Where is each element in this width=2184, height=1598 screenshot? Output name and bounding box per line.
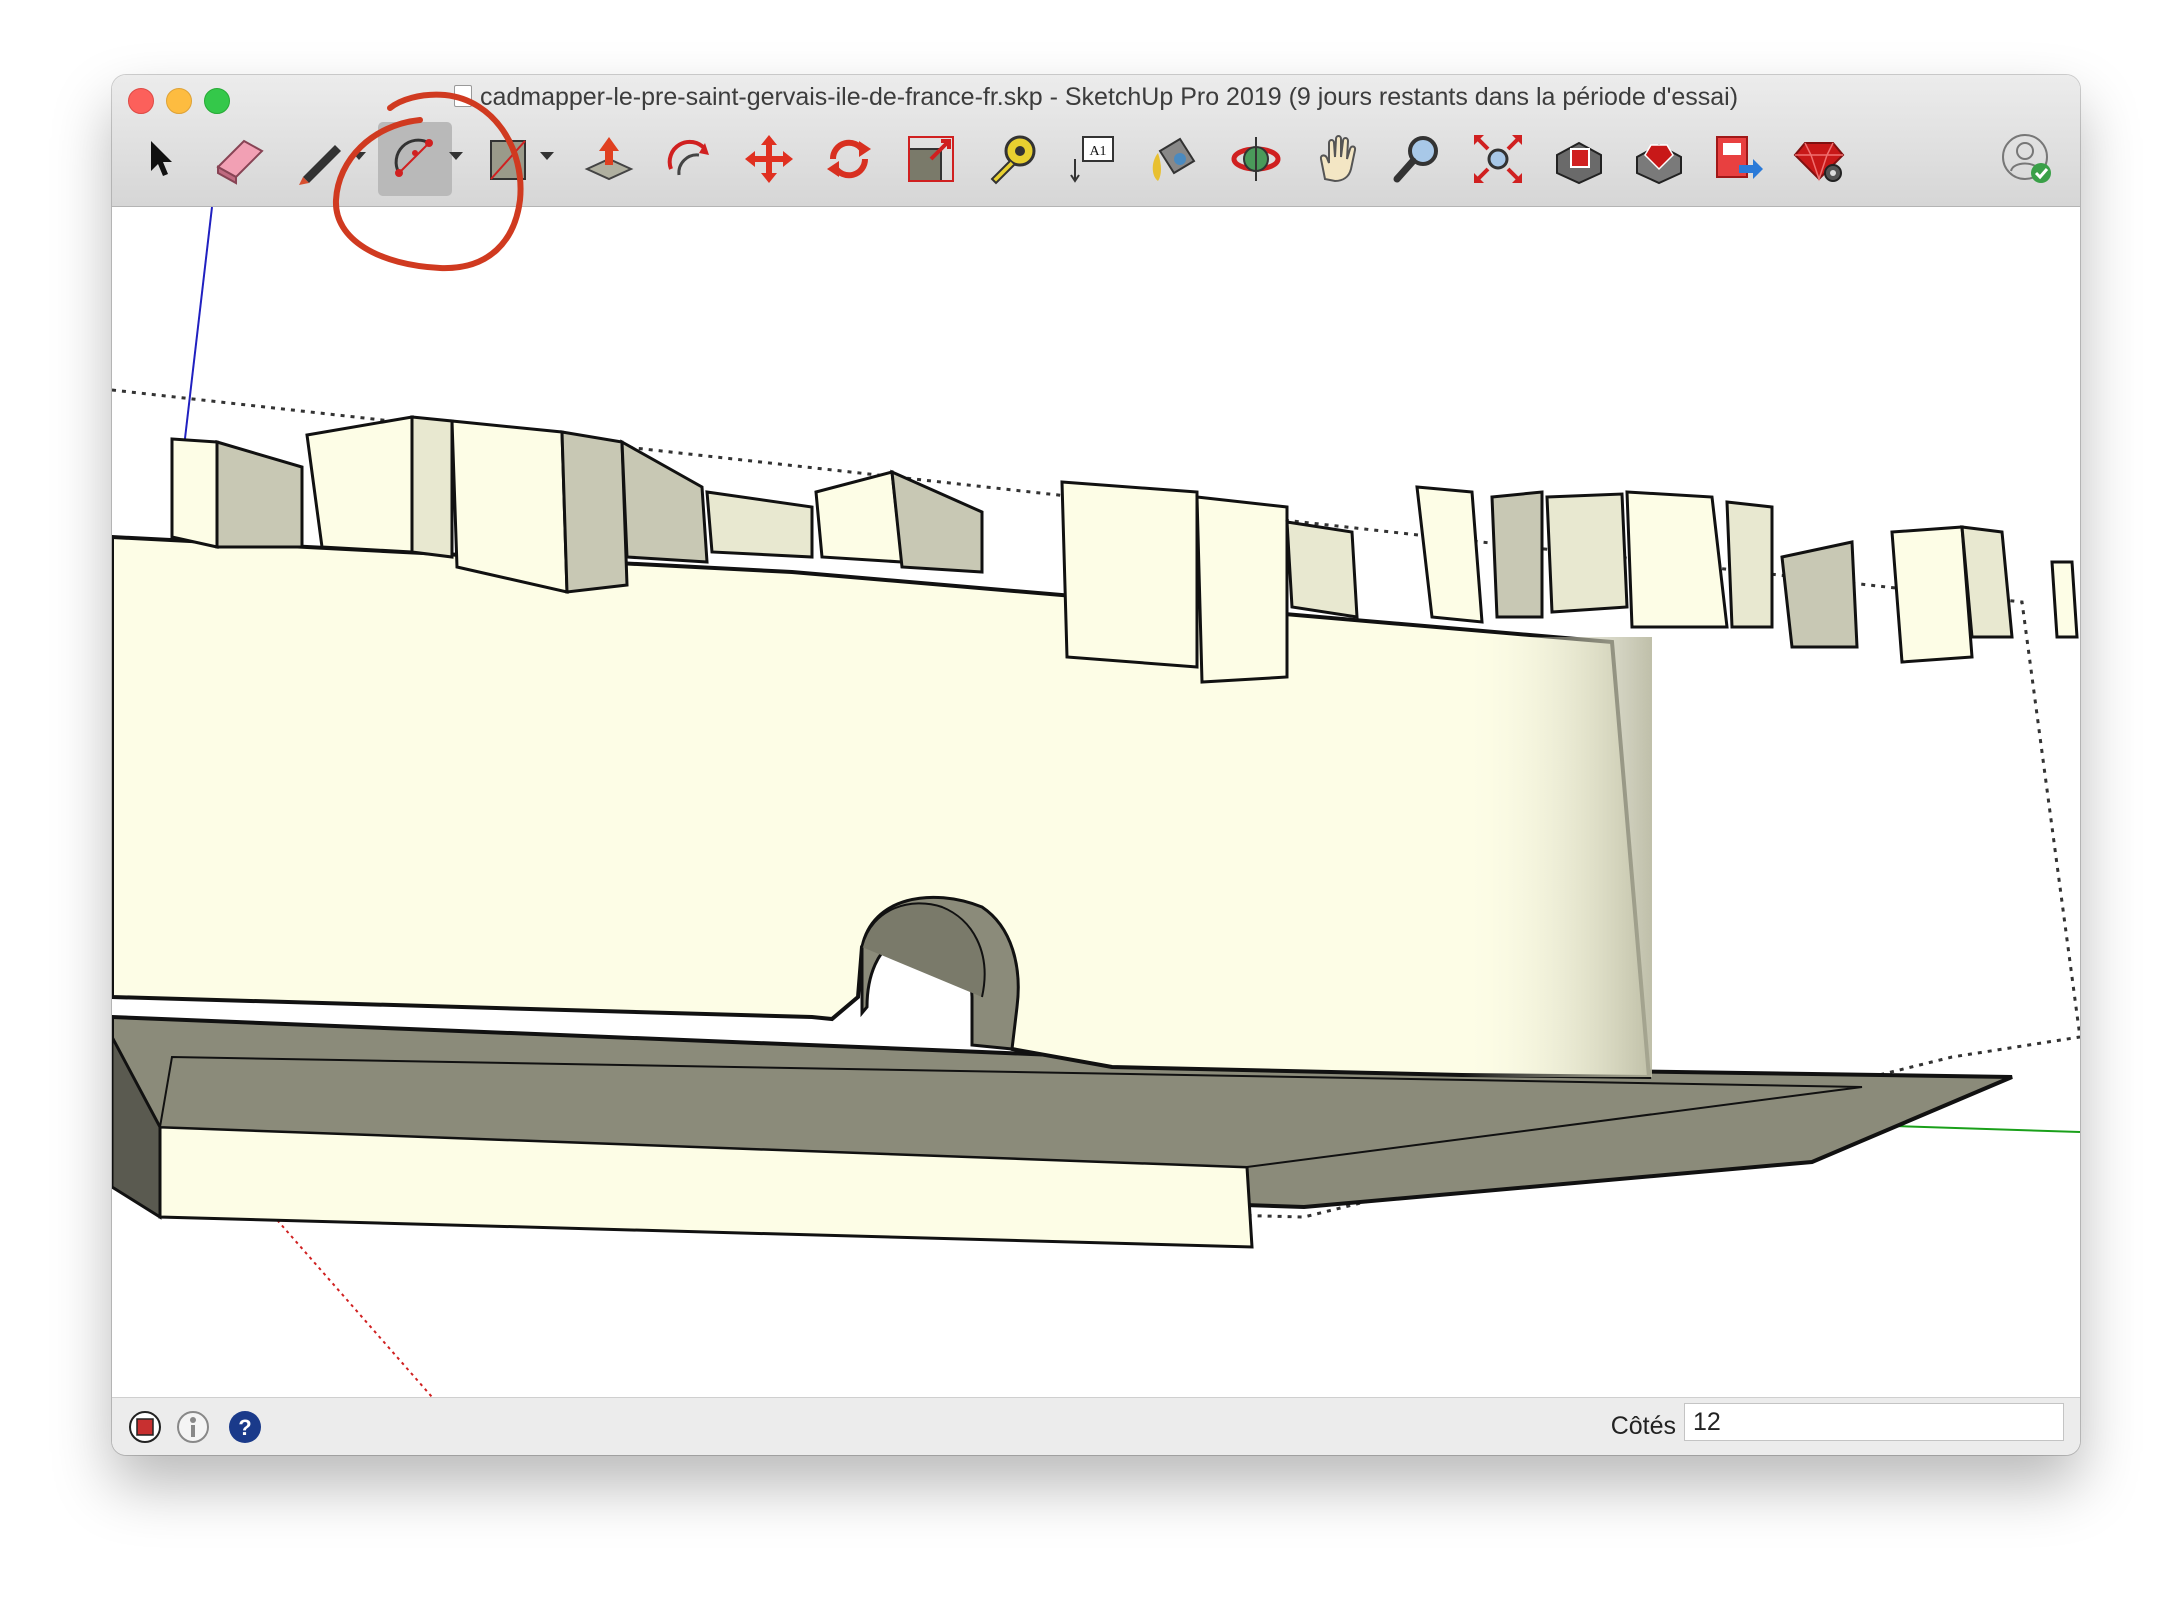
scale-icon xyxy=(908,136,954,182)
zoom-tool[interactable] xyxy=(1380,122,1454,196)
layout-icon xyxy=(1716,136,1763,179)
measurements-input[interactable] xyxy=(1684,1403,2064,1441)
rotate-tool[interactable] xyxy=(812,122,886,196)
hand-icon xyxy=(1319,135,1357,183)
arc-tool-dropdown[interactable] xyxy=(449,152,463,160)
line-tool-dropdown[interactable] xyxy=(352,152,366,160)
warehouse-icon xyxy=(1556,141,1602,185)
rotate-icon xyxy=(827,139,871,179)
document-icon xyxy=(453,85,472,107)
credits-icon[interactable] xyxy=(176,1410,210,1444)
svg-text:?: ? xyxy=(238,1415,251,1440)
status-bar: ? Côtés xyxy=(112,1397,2080,1455)
zoom-extents-tool[interactable] xyxy=(1461,122,1535,196)
arc-tool[interactable] xyxy=(378,122,452,196)
pan-tool[interactable] xyxy=(1300,122,1374,196)
paint-bucket-icon xyxy=(1152,137,1196,181)
sketchup-window: cadmapper-le-pre-saint-gervais-ile-de-fr… xyxy=(112,75,2080,1455)
rectangle-icon xyxy=(490,140,526,180)
base-shadow xyxy=(1462,637,1652,1077)
vcb-label: Côtés xyxy=(1610,1412,1676,1440)
extension-warehouse-button[interactable] xyxy=(1622,122,1696,196)
move-icon xyxy=(745,135,793,183)
push-pull-tool[interactable] xyxy=(572,122,646,196)
window-title-text: cadmapper-le-pre-saint-gervais-ile-de-fr… xyxy=(479,83,1739,111)
arc-icon xyxy=(394,138,433,177)
svg-text:A1: A1 xyxy=(1089,144,1106,159)
model-drawing xyxy=(112,206,2080,1398)
send-to-layout-button[interactable] xyxy=(1702,122,1776,196)
window-title: cadmapper-le-pre-saint-gervais-ile-de-fr… xyxy=(112,83,2080,112)
rectangle-tool-dropdown[interactable] xyxy=(540,152,554,160)
offset-icon xyxy=(667,139,709,176)
eraser-icon xyxy=(216,139,264,185)
scale-tool[interactable] xyxy=(894,122,968,196)
orbit-icon xyxy=(1231,137,1281,181)
user-account-icon xyxy=(2002,134,2051,183)
help-icon[interactable]: ? xyxy=(228,1410,262,1444)
model-viewport[interactable] xyxy=(112,206,2080,1398)
text-tool[interactable]: A1 xyxy=(1056,122,1130,196)
extension-warehouse-icon xyxy=(1636,143,1682,185)
tape-measure-tool[interactable] xyxy=(975,122,1049,196)
tape-measure-icon xyxy=(990,135,1036,185)
arrow-cursor-icon xyxy=(151,141,172,176)
geolocation-icon[interactable] xyxy=(128,1410,162,1444)
text-label-icon: A1 xyxy=(1070,136,1114,183)
blue-axis xyxy=(183,206,213,448)
eraser-tool[interactable] xyxy=(203,122,277,196)
paint-bucket-tool[interactable] xyxy=(1137,122,1211,196)
title-bar: cadmapper-le-pre-saint-gervais-ile-de-fr… xyxy=(112,75,2080,207)
move-tool[interactable] xyxy=(732,122,806,196)
ruby-gear-icon xyxy=(1793,142,1845,182)
push-pull-icon xyxy=(584,137,634,181)
select-tool[interactable] xyxy=(122,122,196,196)
magnifier-icon xyxy=(1393,136,1438,183)
pencil-icon xyxy=(299,145,341,185)
offset-tool[interactable] xyxy=(652,122,726,196)
zoom-extents-icon xyxy=(1474,135,1522,183)
line-tool[interactable] xyxy=(284,122,358,196)
account-button[interactable] xyxy=(1990,122,2064,196)
base-front-face xyxy=(112,534,1652,1080)
extension-manager-button[interactable] xyxy=(1782,122,1856,196)
orbit-tool[interactable] xyxy=(1219,122,1293,196)
3d-warehouse-button[interactable] xyxy=(1542,122,1616,196)
rectangle-tool[interactable] xyxy=(472,122,546,196)
